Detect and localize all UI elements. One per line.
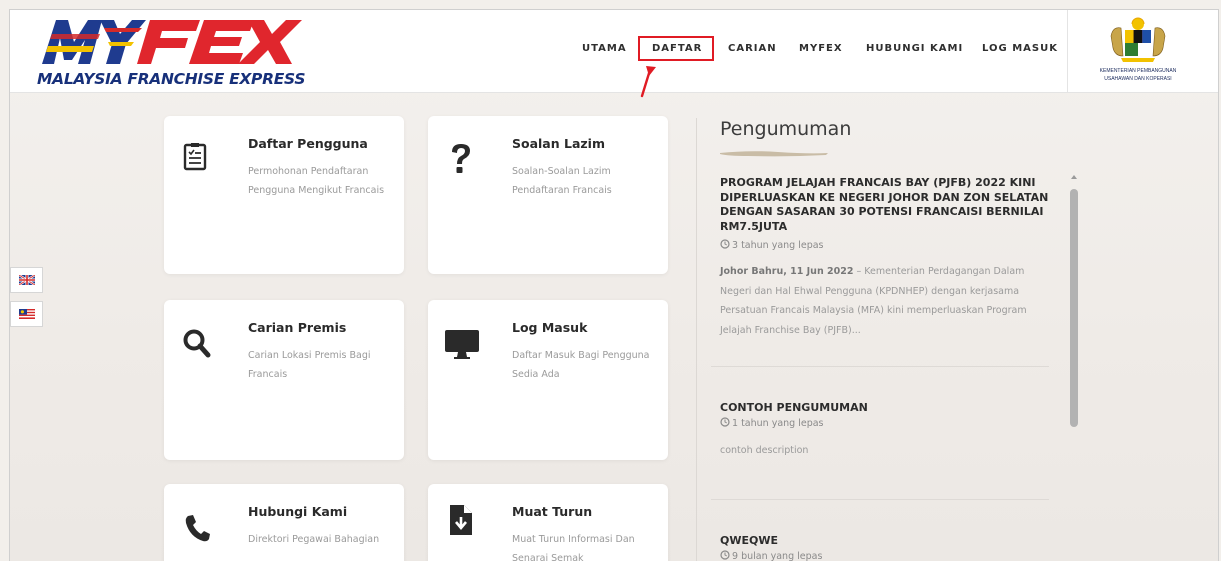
announcements-scrollbar-thumb[interactable] — [1070, 189, 1078, 427]
search-icon — [183, 329, 211, 358]
announcement-desc-lead: Johor Bahru, 11 Jun 2022 — [720, 266, 854, 277]
myfex-logo[interactable]: MALAYSIA FRANCHISE EXPRESS — [34, 14, 306, 90]
ministry-name-line1: KEMENTERIAN PEMBANGUNAN — [1099, 68, 1177, 74]
nav-utama[interactable]: UTAMA — [582, 43, 627, 54]
nav-hubungi-kami[interactable]: HUBUNGI KAMI — [866, 43, 963, 54]
card-title: Soalan Lazim — [512, 136, 605, 151]
card-hubungi-kami[interactable]: Hubungi Kami Direktori Pegawai Bahagian — [164, 484, 404, 561]
page-frame: MALAYSIA FRANCHISE EXPRESS UTAMA DAFTAR … — [9, 9, 1219, 561]
announcements-heading: Pengumuman — [720, 118, 852, 140]
announcement-separator — [711, 499, 1049, 500]
announcement-description: contoh description — [720, 445, 809, 456]
announcement-title[interactable]: QWEQWE — [720, 534, 1050, 549]
download-file-icon — [450, 505, 472, 535]
site-header: MALAYSIA FRANCHISE EXPRESS UTAMA DAFTAR … — [10, 10, 1218, 98]
card-muat-turun[interactable]: Muat Turun Muat Turun Informasi Dan Sena… — [428, 484, 668, 561]
heading-brush-underline — [720, 151, 828, 157]
card-title: Log Masuk — [512, 320, 588, 335]
announcement-separator — [711, 366, 1049, 367]
nav-carian[interactable]: CARIAN — [728, 43, 777, 54]
ministry-name-line2: USAHAWAN DAN KOPERASI — [1104, 76, 1172, 82]
announcement-time-text: 1 tahun yang lepas — [732, 418, 824, 429]
clock-icon — [720, 550, 730, 560]
card-description: Daftar Masuk Bagi Pengguna Sedia Ada — [512, 350, 650, 380]
card-description: Muat Turun Informasi Dan Senarai Semak — [512, 534, 635, 561]
monitor-icon — [445, 330, 479, 359]
announcement-time-text: 9 bulan yang lepas — [732, 551, 823, 561]
announcement-title[interactable]: CONTOH PENGUMUMAN — [720, 401, 1050, 416]
myfex-logo-mark — [42, 20, 302, 64]
phone-icon — [185, 515, 210, 542]
uk-flag-icon — [18, 275, 35, 285]
ministry-crest[interactable]: KEMENTERIAN PEMBANGUNAN USAHAWAN DAN KOP… — [1088, 16, 1188, 90]
logo-tagline: MALAYSIA FRANCHISE EXPRESS — [37, 70, 306, 88]
nav-myfex[interactable]: MYFEX — [799, 43, 843, 54]
language-english-button[interactable] — [10, 267, 43, 293]
card-description: Permohonan Pendaftaran Pengguna Mengikut… — [248, 166, 385, 196]
clock-icon — [720, 239, 730, 249]
card-title: Muat Turun — [512, 504, 593, 519]
card-description: Carian Lokasi Premis Bagi Francais — [248, 350, 371, 380]
malaysia-coat-of-arms-icon — [1110, 17, 1166, 62]
scroll-up-arrow-icon[interactable] — [1070, 173, 1078, 181]
announcement-description: Johor Bahru, 11 Jun 2022 – Kementerian P… — [720, 262, 1048, 340]
card-description: Soalan-Soalan Lazim Pendaftaran Francais — [512, 166, 612, 196]
card-title: Hubungi Kami — [248, 504, 348, 519]
announcement-time: 3 tahun yang lepas — [720, 239, 824, 251]
header-divider — [1067, 10, 1068, 93]
card-title: Daftar Pengguna — [248, 136, 368, 151]
nav-log-masuk[interactable]: LOG MASUK — [982, 43, 1058, 54]
card-carian-premis[interactable]: Carian Premis Carian Lokasi Premis Bagi … — [164, 300, 404, 460]
announcement-time: 1 tahun yang lepas — [720, 417, 824, 429]
announcement-title[interactable]: PROGRAM JELAJAH FRANCAIS BAY (PJFB) 2022… — [720, 176, 1050, 234]
card-title: Carian Premis — [248, 320, 347, 335]
announcement-time: 9 bulan yang lepas — [720, 550, 822, 561]
card-daftar-pengguna[interactable]: Daftar Pengguna Permohonan Pendaftaran P… — [164, 116, 404, 274]
clock-icon — [720, 417, 730, 427]
red-annotation-arrow-icon — [640, 66, 656, 98]
question-mark-icon — [452, 144, 470, 173]
card-log-masuk[interactable]: Log Masuk Daftar Masuk Bagi Pengguna Sed… — [428, 300, 668, 460]
language-malay-button[interactable] — [10, 301, 43, 327]
announcement-time-text: 3 tahun yang lepas — [732, 240, 824, 251]
malaysia-flag-icon — [18, 309, 35, 319]
card-description: Direktori Pegawai Bahagian — [248, 534, 380, 545]
card-soalan-lazim[interactable]: Soalan Lazim Soalan-Soalan Lazim Pendaft… — [428, 116, 668, 274]
content-divider — [696, 118, 697, 561]
register-form-icon — [183, 143, 207, 171]
